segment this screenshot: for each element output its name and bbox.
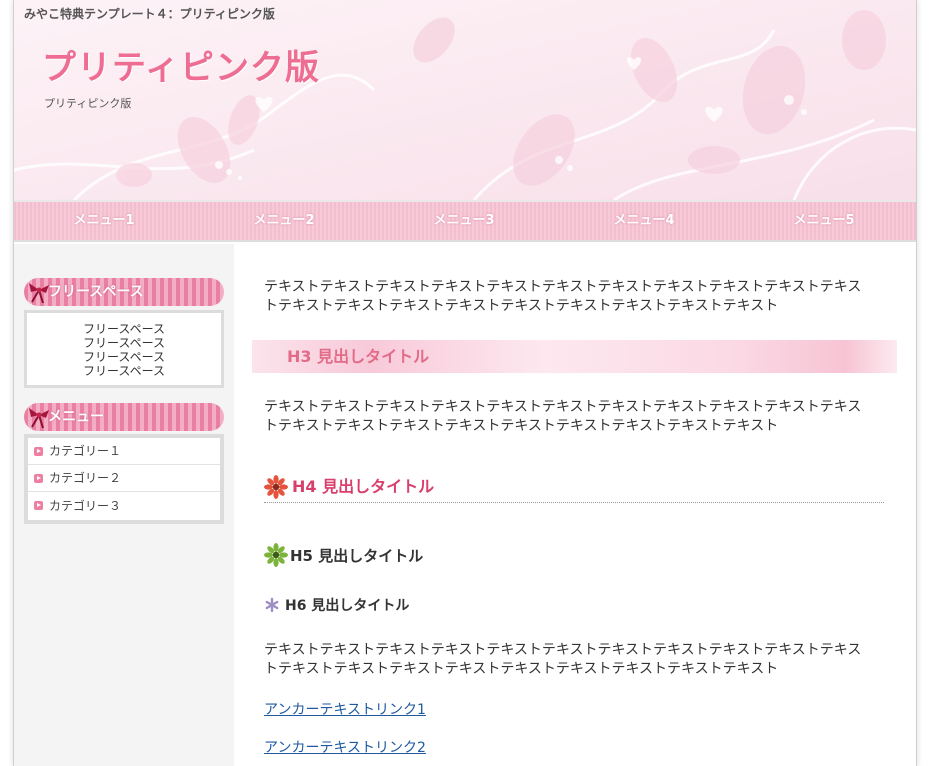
page: みやこ特典テンプレート４：プリティピンク版 プリティピンク版 プリティピンク版 …: [14, 0, 916, 766]
site-header: みやこ特典テンプレート４：プリティピンク版 プリティピンク版 プリティピンク版: [14, 0, 916, 200]
site-title[interactable]: プリティピンク版: [42, 40, 320, 89]
body-text-paragraph-1: テキストテキストテキストテキストテキストテキストテキストテキストテキストテキスト…: [264, 279, 862, 314]
free-space-line: フリースペース: [83, 336, 165, 350]
heading-h4-label: H4 見出しタイトル: [292, 477, 435, 496]
body-text-paragraph-2: テキストテキストテキストテキストテキストテキストテキストテキストテキストテキスト…: [264, 399, 862, 434]
anchor-link-2[interactable]: アンカーテキストリンク2: [264, 737, 426, 757]
heading-h3: H3 見出しタイトル: [252, 340, 897, 373]
heading-h5: H5 見出しタイトル: [264, 542, 423, 568]
nav-item-menu-1[interactable]: メニュー1: [14, 202, 194, 240]
body-text-paragraph-3: テキストテキストテキストテキストテキストテキストテキストテキストテキストテキスト…: [264, 642, 862, 677]
category-item-1[interactable]: カテゴリー１: [28, 438, 220, 465]
category-label: カテゴリー２: [49, 471, 122, 485]
nav-item-menu-3[interactable]: メニュー3: [374, 202, 554, 240]
arrow-bullet-icon: [34, 446, 43, 456]
category-item-2[interactable]: カテゴリー２: [28, 465, 220, 492]
category-label: カテゴリー３: [49, 498, 122, 513]
nav-item-menu-2[interactable]: メニュー2: [194, 202, 374, 240]
sidebar-heading-label: メニュー: [48, 409, 104, 425]
category-item-3[interactable]: カテゴリー３: [28, 492, 220, 519]
arrow-bullet-icon: [34, 473, 43, 483]
free-space-line: フリースペース: [83, 350, 165, 364]
sidebar-heading-menu: メニュー: [24, 403, 224, 431]
red-flower-icon: [264, 475, 288, 499]
heading-h6: H6 見出しタイトル: [264, 594, 409, 616]
main-content: テキストテキストテキストテキストテキストテキストテキストテキストテキストテキスト…: [234, 244, 916, 766]
category-list: カテゴリー１ カテゴリー２ カテゴリー３: [28, 438, 220, 520]
heading-h6-label: H6 見出しタイトル: [285, 598, 410, 614]
green-flower-icon: [264, 543, 288, 567]
sidebar-heading-free-space: フリースペース: [24, 278, 224, 306]
anchor-link-1[interactable]: アンカーテキストリンク1: [264, 699, 426, 719]
heading-h4: H4 見出しタイトル: [264, 472, 884, 503]
asterisk-icon: [265, 597, 279, 613]
arrow-bullet-icon: [34, 501, 43, 510]
free-space-line: フリースペース: [83, 364, 165, 378]
site-tagline: みやこ特典テンプレート４：プリティピンク版: [24, 7, 275, 21]
free-space-box: フリースペース フリースペース フリースペース フリースペース: [24, 310, 224, 388]
floral-background-decoration: [14, 0, 916, 200]
free-space-content: フリースペース フリースペース フリースペース フリースペース: [27, 313, 221, 385]
category-list-box: カテゴリー１ カテゴリー２ カテゴリー３: [24, 434, 224, 524]
sidebar-heading-label: フリースペース: [48, 284, 144, 300]
free-space-line: フリースペース: [83, 322, 165, 336]
sidebar: フリースペース フリースペース フリースペース フリースペース フリースペース …: [14, 244, 234, 766]
site-subtitle: プリティピンク版: [44, 97, 132, 110]
heading-h5-label: H5 見出しタイトル: [290, 546, 424, 565]
nav-item-menu-4[interactable]: メニュー4: [554, 202, 734, 240]
category-label: カテゴリー１: [49, 444, 122, 458]
nav-item-menu-5[interactable]: メニュー5: [734, 202, 914, 240]
global-nav: メニュー1 メニュー2 メニュー3 メニュー4 メニュー5: [14, 200, 916, 242]
